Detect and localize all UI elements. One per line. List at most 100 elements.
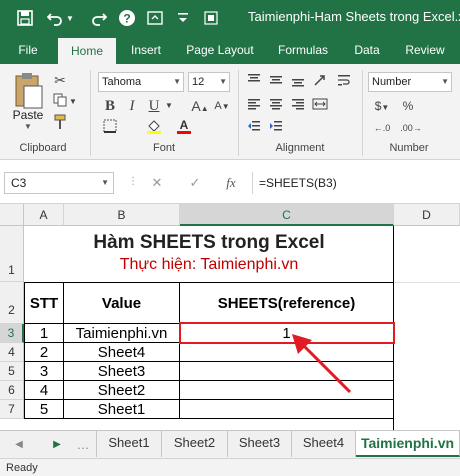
formula-bar-splitter[interactable]: ⋮	[128, 176, 138, 187]
underline-icon[interactable]: U	[144, 96, 164, 116]
currency-icon[interactable]: $▼	[370, 96, 394, 116]
group-label-font: Font	[152, 142, 175, 154]
align-middle-icon[interactable]	[266, 72, 286, 92]
row-header-1[interactable]: 1	[0, 226, 24, 282]
row-header-3[interactable]: 3	[0, 324, 24, 343]
decrease-decimal-icon[interactable]: .00→	[398, 118, 424, 138]
cut-icon[interactable]: ✂	[50, 70, 70, 90]
formula-bar: C3 ▼ ⋮ ✕ ✓ fx =SHEETS(B3)	[0, 160, 460, 204]
merged-title-cell[interactable]: Hàm SHEETS trong Excel Thực hiện: Taimie…	[24, 226, 394, 282]
row-header-5[interactable]: 5	[0, 362, 24, 381]
cell-stt[interactable]: 5	[24, 400, 64, 419]
undo-icon[interactable]	[44, 7, 66, 29]
italic-icon[interactable]: I	[122, 96, 142, 116]
cell-value[interactable]: Sheet2	[64, 381, 180, 400]
paste-dropdown-icon[interactable]: ▼	[16, 122, 40, 131]
help-icon[interactable]: ?	[116, 7, 138, 29]
scroll-tabs-right-icon[interactable]: ▶	[48, 435, 66, 455]
underline-dropdown-icon[interactable]: ▼	[164, 96, 174, 116]
merge-center-icon[interactable]	[310, 96, 330, 116]
font-shrink-icon[interactable]: A▼	[212, 96, 232, 116]
enter-icon[interactable]: ✓	[184, 172, 206, 194]
align-top-icon[interactable]	[244, 72, 264, 92]
font-grow-icon[interactable]: A▲	[190, 96, 210, 116]
tab-review[interactable]: Review	[398, 36, 452, 64]
increase-indent-icon[interactable]	[266, 118, 286, 138]
insert-function-icon[interactable]: fx	[220, 172, 242, 194]
tab-data[interactable]: Data	[346, 36, 388, 64]
cell-stt[interactable]: 4	[24, 381, 64, 400]
sheet-title: Hàm SHEETS trong Excel	[93, 232, 325, 253]
percent-icon[interactable]: %	[398, 96, 418, 116]
borders-icon[interactable]	[100, 118, 120, 138]
cancel-icon[interactable]: ✕	[146, 172, 168, 194]
align-bottom-icon[interactable]	[288, 72, 308, 92]
annotation-arrow-icon	[292, 334, 352, 394]
scroll-tabs-left-icon[interactable]: ◀	[10, 435, 28, 455]
tabs-more-icon[interactable]: …	[74, 435, 92, 455]
wrap-text-icon[interactable]	[334, 72, 354, 92]
cell-value[interactable]: Sheet3	[64, 362, 180, 381]
header-stt[interactable]: STT	[24, 282, 64, 324]
sheet-tab-sheet3[interactable]: Sheet3	[228, 431, 292, 457]
font-size-combo[interactable]: 12 ▼	[188, 72, 230, 92]
font-size-value: 12	[192, 76, 205, 88]
decrease-indent-icon[interactable]	[244, 118, 264, 138]
group-separator	[238, 70, 239, 156]
copy-icon[interactable]	[50, 92, 70, 112]
touch-mode-icon[interactable]	[200, 7, 222, 29]
collapse-ribbon-icon[interactable]	[144, 7, 166, 29]
save-icon[interactable]	[14, 7, 36, 29]
increase-decimal-icon[interactable]: ←.0	[370, 118, 394, 138]
header-result[interactable]: SHEETS(reference)	[180, 282, 394, 324]
format-painter-icon[interactable]	[50, 114, 70, 134]
column-header-a[interactable]: A	[24, 204, 64, 226]
row-header-2[interactable]: 2	[0, 282, 24, 324]
column-header-d[interactable]: D	[394, 204, 460, 226]
align-center-icon[interactable]	[266, 96, 286, 116]
font-name-combo[interactable]: Tahoma ▼	[98, 72, 184, 92]
column-header-b[interactable]: B	[64, 204, 180, 226]
sheet-subtitle: Thực hiện: Taimienphi.vn	[119, 256, 299, 273]
redo-icon[interactable]	[88, 7, 110, 29]
cell-result[interactable]	[180, 400, 394, 419]
sheet-tab-sheet2[interactable]: Sheet2	[162, 431, 228, 457]
align-right-icon[interactable]	[288, 96, 308, 116]
sheet-tab-taimienphi[interactable]: Taimienphi.vn	[356, 431, 460, 457]
tab-file[interactable]: File	[8, 36, 48, 64]
sheet-tab-sheet4[interactable]: Sheet4	[292, 431, 356, 457]
formula-input[interactable]: =SHEETS(B3)	[252, 172, 456, 194]
row-header-7[interactable]: 7	[0, 400, 24, 419]
sheet-tab-sheet1[interactable]: Sheet1	[96, 431, 162, 457]
chevron-down-icon: ▼	[441, 77, 449, 86]
copy-dropdown-icon[interactable]: ▼	[68, 92, 78, 112]
orientation-icon[interactable]	[310, 72, 330, 92]
paste-icon[interactable]	[10, 72, 46, 112]
number-format-combo[interactable]: Number ▼	[368, 72, 452, 92]
name-box[interactable]: C3 ▼	[4, 172, 114, 194]
cell-value[interactable]: Taimienphi.vn	[64, 324, 180, 343]
font-color-icon[interactable]: A	[174, 118, 194, 138]
cell-stt[interactable]: 1	[24, 324, 64, 343]
group-separator	[90, 70, 91, 156]
cell-stt[interactable]: 3	[24, 362, 64, 381]
tab-formulas[interactable]: Formulas	[270, 36, 336, 64]
tab-page-layout[interactable]: Page Layout	[180, 36, 260, 64]
tab-insert[interactable]: Insert	[122, 36, 170, 64]
undo-dropdown-icon[interactable]: ▼	[64, 7, 76, 29]
sheet-tabs-bar: ◀ ▶ … Sheet1 Sheet2 Sheet3 Sheet4 Taimie…	[0, 430, 460, 458]
row-header-4[interactable]: 4	[0, 343, 24, 362]
fill-color-icon[interactable]	[144, 118, 164, 138]
customize-qat-icon[interactable]	[172, 7, 194, 29]
cell-stt[interactable]: 2	[24, 343, 64, 362]
cell-value[interactable]: Sheet4	[64, 343, 180, 362]
select-all-corner[interactable]	[0, 204, 24, 226]
tab-home[interactable]: Home	[58, 38, 116, 64]
paste-button[interactable]: Paste	[10, 108, 46, 122]
cell-value[interactable]: Sheet1	[64, 400, 180, 419]
header-value[interactable]: Value	[64, 282, 180, 324]
bold-icon[interactable]: B	[100, 96, 120, 116]
align-left-icon[interactable]	[244, 96, 264, 116]
row-header-6[interactable]: 6	[0, 381, 24, 400]
column-header-c[interactable]: C	[180, 204, 394, 226]
